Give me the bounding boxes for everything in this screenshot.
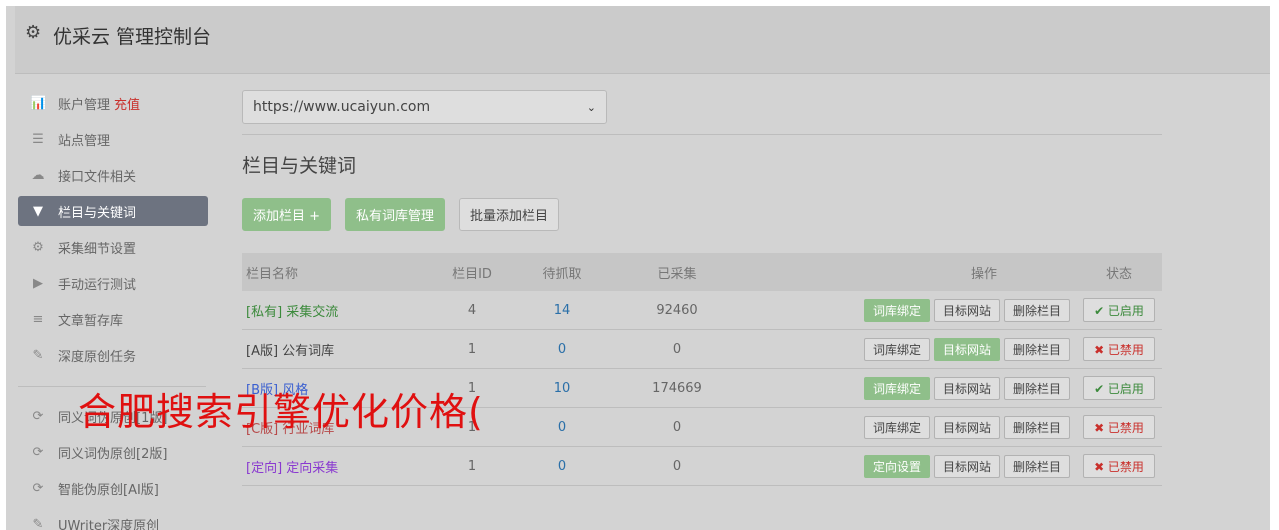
collected-count: 174669 xyxy=(652,380,702,396)
pending-count[interactable]: 0 xyxy=(512,420,612,435)
sidebar-item-label: 账户管理 xyxy=(58,97,111,113)
cloud-upload-icon: ☁ xyxy=(31,167,45,183)
sidebar-item[interactable]: ⚙ 采集细节设置 xyxy=(18,232,208,262)
delete-column-button[interactable]: 删除栏目 xyxy=(1003,337,1070,361)
sidebar-item-label: 站点管理 xyxy=(58,133,111,149)
status-toggle[interactable]: ✖ 已禁用 xyxy=(1083,454,1155,478)
sidebar-item-label: 文章暂存库 xyxy=(58,313,124,329)
sidebar-item-label: 手动运行测试 xyxy=(58,277,137,293)
collected-count: 0 xyxy=(672,341,682,357)
sidebar-item[interactable]: ☰ 站点管理 xyxy=(18,124,208,154)
header-name: 栏目名称 xyxy=(246,266,299,282)
header-pending: 待抓取 xyxy=(542,266,582,282)
delete-column-button[interactable]: 删除栏目 xyxy=(1003,415,1070,439)
delete-column-button[interactable]: 删除栏目 xyxy=(1003,376,1070,400)
sidebar-item[interactable]: 📊 账户管理 充值 xyxy=(18,88,208,118)
sidebar-item-label: 接口文件相关 xyxy=(58,169,137,185)
edit-icon: ✎ xyxy=(32,516,44,530)
database-icon: ≡ xyxy=(32,311,44,327)
target-site-button[interactable]: 目标网站 xyxy=(933,415,1000,439)
pending-count[interactable]: 10 xyxy=(512,381,612,396)
table-header: 栏目名称 栏目ID 待抓取 已采集 操作 状态 xyxy=(242,253,1162,291)
page-title: 栏目与关键词 xyxy=(242,155,357,177)
delete-column-button[interactable]: 删除栏目 xyxy=(1003,298,1070,322)
sidebar-item[interactable]: ≡ 文章暂存库 xyxy=(18,304,208,334)
right-edge xyxy=(1270,0,1279,530)
column-id: 1 xyxy=(467,341,477,357)
site-select[interactable]: https://www.ucaiyun.com ⌄ xyxy=(242,90,607,124)
sidebar-item[interactable]: ⟳ 智能伪原创[AI版] xyxy=(18,473,208,503)
table-row: [A版] 公有词库 1 0 0 词库绑定 目标网站 删除栏目 ✖ 已禁用 xyxy=(242,330,1162,369)
header-actions: 操作 xyxy=(970,266,997,282)
filter-icon: ▼ xyxy=(33,203,43,219)
collected-count: 0 xyxy=(672,458,682,474)
sidebar-item[interactable]: ▼ 栏目与关键词 xyxy=(18,196,208,226)
server-icon: ☰ xyxy=(32,131,44,147)
cogs-icon: ⚙ xyxy=(32,239,44,255)
sidebar-item-label: UWriter深度原创 xyxy=(58,518,160,530)
top-header: ⚙ 优采云 管理控制台 xyxy=(15,6,1270,74)
divider xyxy=(242,134,1162,135)
private-dict-button[interactable]: 私有词库管理 xyxy=(345,198,446,231)
status-toggle[interactable]: ✔ 已启用 xyxy=(1083,298,1155,322)
edit-icon: ✎ xyxy=(32,347,44,363)
column-id: 1 xyxy=(467,458,477,474)
sidebar-item[interactable]: ⟳ 同义词伪原创[2版] xyxy=(18,437,208,467)
sidebar-item[interactable]: ☁ 接口文件相关 xyxy=(18,160,208,190)
refresh-icon: ⟳ xyxy=(32,444,44,460)
chevron-down-icon: ⌄ xyxy=(586,100,596,114)
columns-table: 栏目名称 栏目ID 待抓取 已采集 操作 状态 [私有] 采集交流 4 14 9246… xyxy=(242,253,1162,486)
pending-count[interactable]: 14 xyxy=(512,303,612,318)
add-column-button[interactable]: 添加栏目 + xyxy=(242,198,332,231)
sidebar-item-label: 深度原创任务 xyxy=(58,349,137,365)
dict-bind-button[interactable]: 词库绑定 xyxy=(863,376,930,400)
sidebar-item[interactable]: ✎ 深度原创任务 xyxy=(18,340,208,370)
dict-bind-button[interactable]: 词库绑定 xyxy=(863,415,930,439)
header-collected: 已采集 xyxy=(657,266,697,282)
column-name-link[interactable]: [私有] 采集交流 xyxy=(246,305,338,320)
refresh-icon: ⟳ xyxy=(32,408,44,424)
site-select-value: https://www.ucaiyun.com xyxy=(253,99,431,115)
column-id: 4 xyxy=(467,302,477,318)
sidebar-item-label: 采集细节设置 xyxy=(58,241,137,257)
header-id: 栏目ID xyxy=(452,266,492,282)
batch-add-button[interactable]: 批量添加栏目 xyxy=(459,198,560,231)
dict-bind-button[interactable]: 词库绑定 xyxy=(863,298,930,322)
target-site-button[interactable]: 目标网站 xyxy=(933,337,1000,361)
column-name-link[interactable]: [定向] 定向采集 xyxy=(246,461,338,476)
table-row: [私有] 采集交流 4 14 92460 词库绑定 目标网站 删除栏目 ✔ 已启用 xyxy=(242,291,1162,330)
status-toggle[interactable]: ✖ 已禁用 xyxy=(1083,337,1155,361)
play-circle-icon: ▶ xyxy=(33,275,43,291)
sidebar-item-label: 栏目与关键词 xyxy=(58,205,137,221)
refresh-icon: ⟳ xyxy=(32,480,44,496)
header-status: 状态 xyxy=(1105,266,1132,282)
recharge-link[interactable]: 充值 xyxy=(114,94,140,113)
sidebar-item-label: 智能伪原创[AI版] xyxy=(58,482,159,498)
pending-count[interactable]: 0 xyxy=(512,342,612,357)
status-toggle[interactable]: ✔ 已启用 xyxy=(1083,376,1155,400)
sidebar-item[interactable]: ✎ UWriter深度原创 xyxy=(18,509,208,530)
column-name-link[interactable]: [A版] 公有词库 xyxy=(246,344,334,359)
delete-column-button[interactable]: 删除栏目 xyxy=(1003,454,1070,478)
status-toggle[interactable]: ✖ 已禁用 xyxy=(1083,415,1155,439)
watermark-text: 合肥搜索引擎优化价格( xyxy=(78,390,484,434)
sidebar-item-label: 同义词伪原创[2版] xyxy=(58,446,168,462)
pending-count[interactable]: 0 xyxy=(512,459,612,474)
action-buttons: 添加栏目 + 私有词库管理 批量添加栏目 xyxy=(242,198,1162,231)
dict-bind-button[interactable]: 定向设置 xyxy=(863,454,930,478)
bar-chart-icon: 📊 xyxy=(30,95,47,111)
target-site-button[interactable]: 目标网站 xyxy=(933,376,1000,400)
dict-bind-button[interactable]: 词库绑定 xyxy=(863,337,930,361)
collected-count: 0 xyxy=(672,419,682,435)
target-site-button[interactable]: 目标网站 xyxy=(933,298,1000,322)
sidebar-item[interactable]: ▶ 手动运行测试 xyxy=(18,268,208,298)
app-title: 优采云 管理控制台 xyxy=(53,26,212,48)
table-row: [定向] 定向采集 1 0 0 定向设置 目标网站 删除栏目 ✖ 已禁用 xyxy=(242,447,1162,486)
target-site-button[interactable]: 目标网站 xyxy=(933,454,1000,478)
sidebar: 📊 账户管理 充值 ☰ 站点管理 ☁ 接口文件相关 ▼ 栏目与关键词 ⚙ 采集细节设置 ▶ 手动运行测试… xyxy=(18,88,208,530)
gear-icon: ⚙ xyxy=(25,22,42,43)
collected-count: 92460 xyxy=(656,302,698,318)
